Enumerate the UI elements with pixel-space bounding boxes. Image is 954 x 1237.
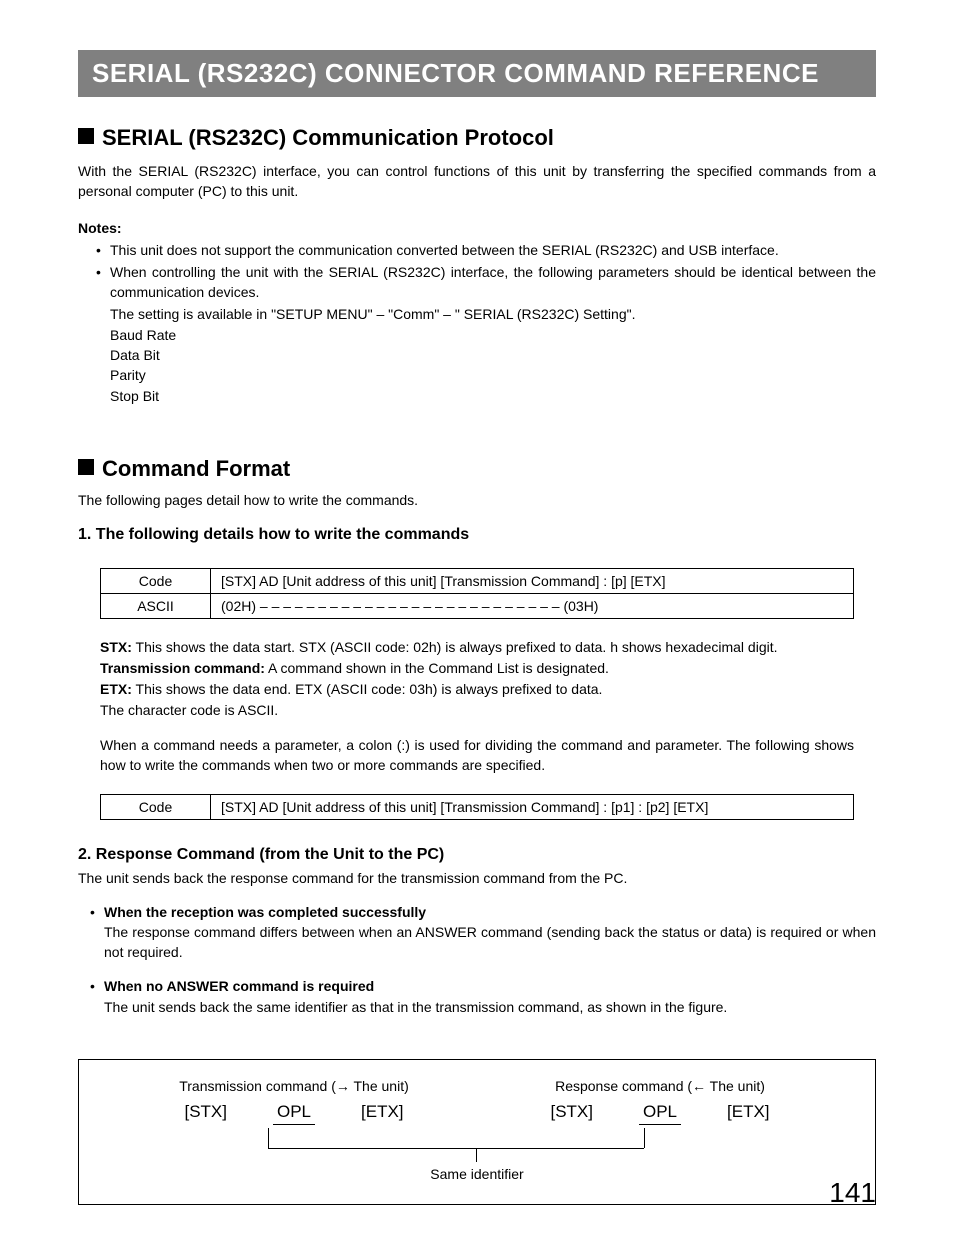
- list-text: This unit does not support the communica…: [110, 240, 876, 260]
- table-cell: (02H) – – – – – – – – – – – – – – – – – …: [211, 593, 854, 618]
- response-intro: The unit sends back the response command…: [78, 870, 876, 886]
- token-etx: [ETX]: [361, 1102, 404, 1122]
- definition-row: The character code is ASCII.: [100, 700, 854, 721]
- definition-row: STX: This shows the data start. STX (ASC…: [100, 637, 854, 658]
- definitions: STX: This shows the data start. STX (ASC…: [100, 637, 854, 721]
- heading-text: Command Format: [102, 456, 290, 481]
- page-number: 141: [829, 1177, 876, 1209]
- diagram-label-right: Response command (← The unit): [477, 1078, 843, 1094]
- bullet-dot-icon: •: [90, 976, 104, 1031]
- def-text: This shows the data start. STX (ASCII co…: [132, 639, 778, 655]
- table-cell: Code: [101, 568, 211, 593]
- subheading-response: 2. Response Command (from the Unit to th…: [78, 846, 876, 864]
- def-text: A command shown in the Command List is d…: [265, 660, 609, 676]
- def-label: STX:: [100, 639, 132, 655]
- def-text: This shows the data end. ETX (ASCII code…: [132, 681, 603, 697]
- parameter-para: When a command needs a parameter, a colo…: [100, 735, 854, 776]
- notes-sublines: The setting is available in "SETUP MENU"…: [110, 304, 876, 405]
- list-item: • When no ANSWER command is required The…: [90, 976, 876, 1031]
- table-cell: [STX] AD [Unit address of this unit] [Tr…: [211, 568, 854, 593]
- subline: Stop Bit: [110, 386, 876, 406]
- subline: Baud Rate: [110, 325, 876, 345]
- table-row: Code [STX] AD [Unit address of this unit…: [101, 568, 854, 593]
- token-stx: [STX]: [550, 1102, 593, 1122]
- protocol-intro: With the SERIAL (RS232C) interface, you …: [78, 161, 876, 202]
- list-item: • This unit does not support the communi…: [96, 240, 876, 260]
- connector-line: [476, 1148, 477, 1162]
- bullet-dot-icon: •: [96, 262, 110, 303]
- connector-line: [644, 1128, 645, 1148]
- subheading-write-commands: 1. The following details how to write th…: [78, 526, 876, 544]
- token-stx: [STX]: [184, 1102, 227, 1122]
- subline: The setting is available in "SETUP MENU"…: [110, 304, 876, 324]
- command-diagram: Transmission command (→ The unit) [STX] …: [78, 1059, 876, 1205]
- def-label: Transmission command:: [100, 660, 265, 676]
- command-table-2: Code [STX] AD [Unit address of this unit…: [100, 794, 854, 820]
- heading-text: SERIAL (RS232C) Communication Protocol: [102, 125, 554, 150]
- token-opl: OPL: [643, 1102, 677, 1122]
- square-bullet-icon: [78, 128, 94, 144]
- definition-row: ETX: This shows the data end. ETX (ASCII…: [100, 679, 854, 700]
- token-opl: OPL: [277, 1102, 311, 1122]
- table-cell: ASCII: [101, 593, 211, 618]
- notes-list: • This unit does not support the communi…: [78, 240, 876, 303]
- bullet-dot-icon: •: [96, 240, 110, 260]
- list-item: • When controlling the unit with the SER…: [96, 262, 876, 303]
- table-row: ASCII (02H) – – – – – – – – – – – – – – …: [101, 593, 854, 618]
- table-cell: [STX] AD [Unit address of this unit] [Tr…: [211, 794, 854, 819]
- connector-line: [268, 1148, 476, 1149]
- list-item: • When the reception was completed succe…: [90, 902, 876, 977]
- same-identifier-label: Same identifier: [111, 1166, 843, 1182]
- command-table-1: Code [STX] AD [Unit address of this unit…: [100, 568, 854, 619]
- subline: Data Bit: [110, 345, 876, 365]
- page-banner: SERIAL (RS232C) CONNECTOR COMMAND REFERE…: [78, 50, 876, 97]
- definition-row: Transmission command: A command shown in…: [100, 658, 854, 679]
- section-heading-command-format: Command Format: [78, 456, 876, 482]
- connector-line: [476, 1148, 644, 1149]
- connector-line: [268, 1128, 269, 1148]
- table-cell: Code: [101, 794, 211, 819]
- sub-text: The response command differs between whe…: [104, 922, 876, 963]
- sub-heading: When no ANSWER command is required: [104, 976, 876, 996]
- command-format-intro: The following pages detail how to write …: [78, 492, 876, 508]
- bullet-dot-icon: •: [90, 902, 104, 977]
- section-heading-protocol: SERIAL (RS232C) Communication Protocol: [78, 125, 876, 151]
- table-row: Code [STX] AD [Unit address of this unit…: [101, 794, 854, 819]
- def-label: ETX:: [100, 681, 132, 697]
- square-bullet-icon: [78, 459, 94, 475]
- diagram-label-left: Transmission command (→ The unit): [111, 1078, 477, 1094]
- list-text: When controlling the unit with the SERIA…: [110, 262, 876, 303]
- token-etx: [ETX]: [727, 1102, 770, 1122]
- sub-heading: When the reception was completed success…: [104, 902, 876, 922]
- subline: Parity: [110, 365, 876, 385]
- sub-text: The unit sends back the same identifier …: [104, 997, 876, 1017]
- notes-label: Notes:: [78, 220, 876, 236]
